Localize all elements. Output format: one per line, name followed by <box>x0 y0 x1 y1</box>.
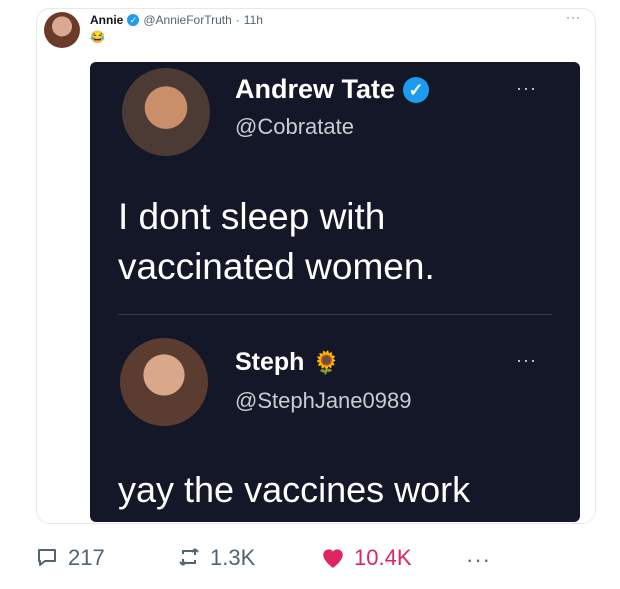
embedded-more-icon-2: ··· <box>516 350 537 370</box>
post-header: Annie ✓ @AnnieForTruth · 11h <box>90 13 263 27</box>
author-handle[interactable]: @AnnieForTruth <box>143 13 231 27</box>
attached-screenshot-image[interactable]: Andrew Tate ✓ @Cobratate ··· I dont slee… <box>90 62 580 522</box>
action-bar: 217 1.3K 10.4K ··· <box>0 545 620 579</box>
post-time[interactable]: 11h <box>244 13 263 27</box>
embedded-name-text-2: Steph <box>235 348 305 376</box>
more-icon[interactable]: ··· <box>566 10 581 24</box>
embedded-text-1: I dont sleep with vaccinated women. <box>118 196 435 287</box>
reply-count: 217 <box>68 545 105 570</box>
like-button[interactable]: 10.4K <box>320 545 412 571</box>
embedded-name-text-1: Andrew Tate <box>235 74 396 104</box>
separator-dot: · <box>235 13 240 27</box>
embedded-handle-2: @StephJane0989 <box>235 388 412 413</box>
embedded-text-2: yay the vaccines work <box>118 469 471 510</box>
divider <box>118 314 552 315</box>
embedded-name-1: Andrew Tate ✓ <box>235 74 430 105</box>
verified-icon: ✓ <box>127 14 140 26</box>
heart-icon <box>320 545 346 571</box>
embedded-handle-1: @Cobratate <box>235 114 354 139</box>
reply-button[interactable]: 217 <box>34 545 105 571</box>
repost-count: 1.3K <box>210 545 256 570</box>
author-name[interactable]: Annie <box>90 13 123 27</box>
more-icon[interactable]: ··· <box>466 547 491 573</box>
embedded-more-icon-1: ··· <box>516 78 537 98</box>
post-text-emoji: 😂 <box>90 30 105 44</box>
embedded-avatar-2 <box>120 338 208 426</box>
embedded-avatar-1 <box>122 68 210 156</box>
reply-icon <box>34 545 60 571</box>
verified-icon: ✓ <box>403 76 430 103</box>
repost-icon <box>176 545 202 571</box>
embedded-name-2: Steph 🌻 <box>235 348 340 377</box>
sunflower-icon: 🌻 <box>312 349 340 375</box>
repost-button[interactable]: 1.3K <box>176 545 255 571</box>
like-count: 10.4K <box>354 545 412 570</box>
author-avatar[interactable] <box>44 12 80 48</box>
